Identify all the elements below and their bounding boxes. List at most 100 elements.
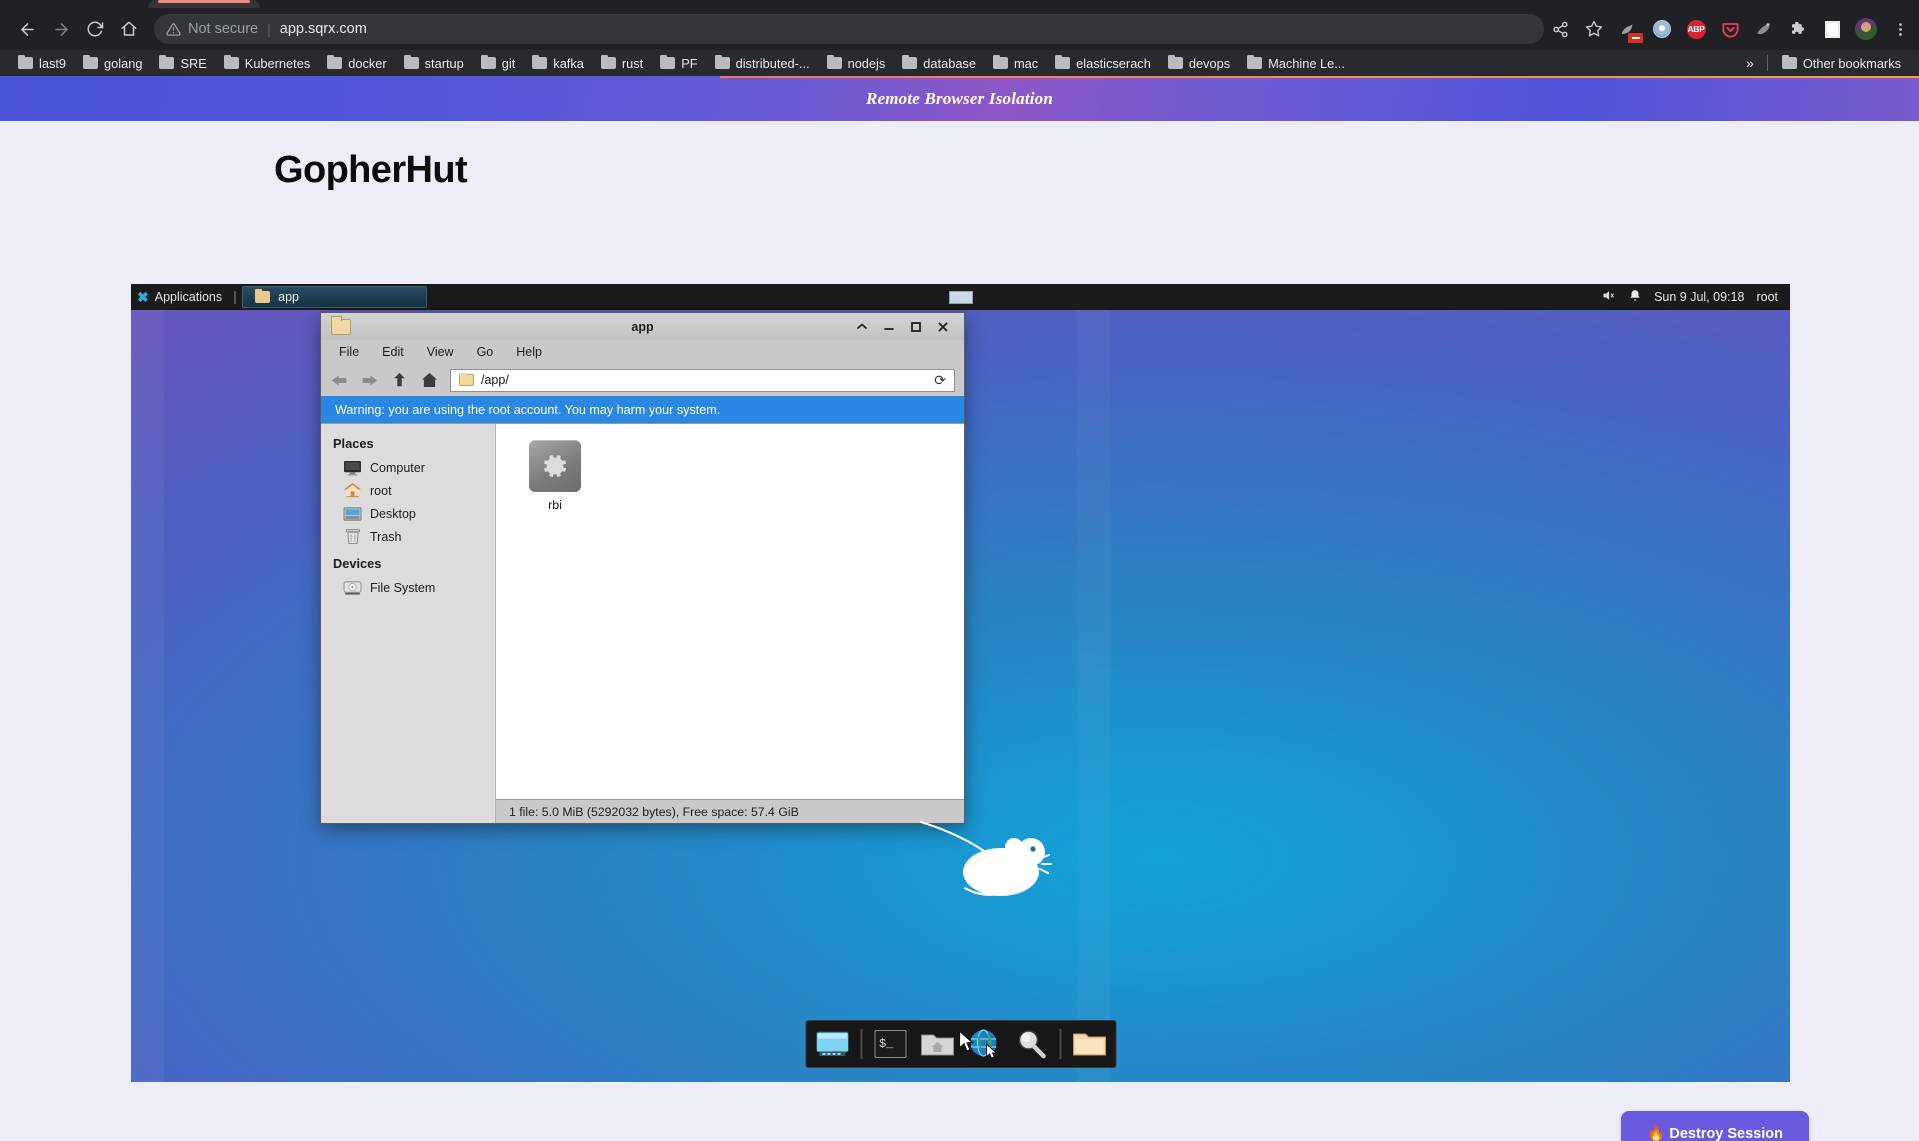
menu-file[interactable]: File [339, 345, 359, 359]
folder-icon [1247, 54, 1263, 69]
destroy-session-button[interactable]: 🔥 Destroy Session [1621, 1111, 1809, 1141]
computer-icon [343, 459, 362, 476]
back-icon[interactable] [330, 371, 348, 389]
status-text: 1 file: 5.0 MiB (5292032 bytes), Free sp… [509, 804, 799, 819]
bookmark-item[interactable]: PF [652, 53, 705, 74]
bookmark-label: elasticserach [1076, 55, 1151, 71]
trash-icon [343, 528, 362, 545]
folder-icon [1055, 54, 1071, 69]
applications-menu-label: Applications [154, 290, 223, 304]
chrome-menu-icon[interactable] [1884, 13, 1916, 45]
browser-tab-active[interactable] [148, 0, 260, 8]
sidebar-label: root [370, 483, 392, 498]
up-icon[interactable] [390, 371, 408, 389]
bookmark-item[interactable]: golang [75, 53, 150, 74]
extension-opera-icon[interactable] [1646, 13, 1678, 45]
menu-view[interactable]: View [427, 345, 454, 359]
profile-avatar[interactable] [1850, 13, 1882, 45]
bookmark-item[interactable]: SRE [151, 53, 214, 74]
panel-clock[interactable]: Sun 9 Jul, 09:18 [1654, 290, 1744, 304]
bookmark-item[interactable]: git [473, 53, 524, 74]
root-account-warning: Warning: you are using the root account.… [321, 396, 964, 423]
file-item-rbi[interactable]: rbi [512, 440, 598, 512]
omnibox-url[interactable]: app.sqrx.com [280, 21, 367, 37]
sidebar-label: Computer [370, 460, 425, 475]
minimize-window-icon[interactable] [882, 320, 896, 334]
workspace-switcher[interactable] [948, 290, 973, 304]
page-title: GopherHut [274, 149, 468, 191]
bookmark-item[interactable]: nodejs [819, 53, 894, 74]
bookmark-item[interactable]: devops [1160, 53, 1238, 74]
bookmark-item[interactable]: Machine Le... [1239, 53, 1353, 74]
extensions-puzzle-icon[interactable] [1782, 13, 1814, 45]
dock-folder-icon[interactable] [1070, 1025, 1108, 1063]
panel-username[interactable]: root [1756, 290, 1778, 304]
bookmark-item[interactable]: elasticserach [1047, 53, 1159, 74]
forward-icon[interactable] [360, 371, 378, 389]
xfce-top-panel: ✖ Applications app Sun 9 Jul, 09:18 root [131, 284, 1790, 310]
maximize-window-icon[interactable] [909, 320, 923, 334]
forward-icon[interactable] [44, 12, 78, 46]
xfce-logo-icon: ✖ [137, 289, 149, 305]
dock-show-desktop-icon[interactable] [813, 1025, 851, 1063]
omnibox[interactable]: Not secure | app.sqrx.com [154, 14, 1544, 44]
dock-search-icon[interactable] [1012, 1025, 1050, 1063]
workspace-thumbnail[interactable] [948, 290, 973, 304]
browser-toolbar-icons: ABP [1544, 13, 1916, 45]
reload-icon[interactable]: ⟳ [934, 372, 946, 389]
sidebar-item-root[interactable]: root [321, 479, 495, 502]
sidebar-label: Desktop [370, 506, 416, 521]
folder-icon [83, 54, 99, 69]
file-manager-toolbar: /app/ ⟳ [321, 364, 964, 396]
menu-help[interactable]: Help [516, 345, 542, 359]
path-input[interactable]: /app/ ⟳ [450, 368, 955, 392]
file-manager-content[interactable]: rbi 1 file: 5.0 MiB (5292032 bytes), Fre… [496, 424, 964, 823]
bookmark-item[interactable]: mac [985, 53, 1046, 74]
sidebar-item-desktop[interactable]: Desktop [321, 502, 495, 525]
sidebar-item-trash[interactable]: Trash [321, 525, 495, 548]
menu-go[interactable]: Go [477, 345, 494, 359]
rbi-banner: Remote Browser Isolation [0, 76, 1919, 121]
volume-icon[interactable] [1601, 288, 1616, 306]
bookmark-item[interactable]: last9 [10, 53, 74, 74]
bookmark-item[interactable]: startup [396, 53, 472, 74]
bookmark-label: Machine Le... [1268, 55, 1345, 71]
home-icon[interactable] [112, 12, 146, 46]
bookmark-item[interactable]: Kubernetes [216, 53, 318, 74]
notification-bell-icon[interactable] [1628, 289, 1642, 306]
remote-desktop-viewport[interactable]: ✖ Applications app Sun 9 Jul, 09:18 root [131, 284, 1790, 1082]
folder-icon [403, 54, 419, 69]
sidebar-item-computer[interactable]: Computer [321, 456, 495, 479]
extension-screenshot-icon[interactable] [1612, 13, 1644, 45]
menu-edit[interactable]: Edit [382, 345, 404, 359]
extension-grey-icon[interactable] [1748, 13, 1780, 45]
other-bookmarks-button[interactable]: Other bookmarks [1774, 53, 1909, 74]
side-panel-icon[interactable] [1816, 13, 1848, 45]
reload-icon[interactable] [78, 12, 112, 46]
dock-filemanager-home-icon[interactable] [918, 1025, 956, 1063]
applications-menu-button[interactable]: ✖ Applications [131, 284, 233, 310]
sidebar-item-file-system[interactable]: File System [321, 576, 495, 599]
taskbar-window-app[interactable]: app [242, 286, 428, 308]
extension-adblockplus-icon[interactable]: ABP [1680, 13, 1712, 45]
shade-window-icon[interactable] [855, 320, 869, 334]
file-manager-window[interactable]: app File Edit View Go Help /app/ ⟳ Warni… [320, 312, 965, 824]
bookmark-label: distributed-... [735, 55, 810, 71]
dock-terminal-icon[interactable]: $_ [871, 1025, 909, 1063]
extension-pocket-icon[interactable] [1714, 13, 1746, 45]
home-icon[interactable] [420, 371, 438, 389]
close-window-icon[interactable] [936, 320, 950, 334]
share-icon[interactable] [1544, 13, 1576, 45]
bookmark-item[interactable]: rust [593, 53, 651, 74]
folder-icon [902, 54, 918, 69]
bookmark-item[interactable]: database [894, 53, 984, 74]
sidebar-label: File System [370, 580, 436, 595]
folder-icon [159, 54, 175, 69]
bookmark-item[interactable]: distributed-... [707, 53, 818, 74]
file-manager-titlebar[interactable]: app [321, 313, 964, 340]
bookmarks-overflow-chevron[interactable]: » [1739, 53, 1761, 73]
bookmark-item[interactable]: kafka [524, 53, 592, 74]
back-icon[interactable] [10, 12, 44, 46]
bookmark-star-icon[interactable] [1578, 13, 1610, 45]
bookmark-item[interactable]: docker [319, 53, 394, 74]
